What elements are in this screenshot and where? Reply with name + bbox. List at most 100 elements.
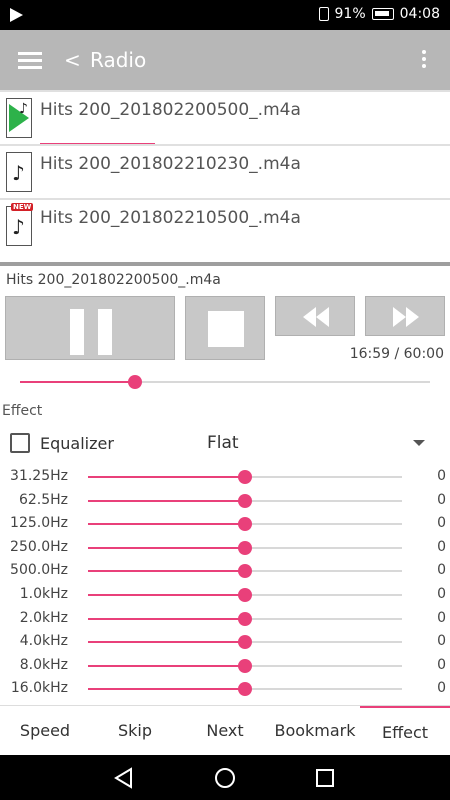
eq-band-thumb[interactable] bbox=[238, 564, 252, 579]
eq-band-row: 62.5Hz 0 bbox=[0, 489, 450, 511]
eq-band-row: 8.0kHz 0 bbox=[0, 654, 450, 676]
eq-band-row: 2.0kHz 0 bbox=[0, 607, 450, 629]
chevron-down-icon[interactable] bbox=[413, 440, 425, 446]
bottom-tabs: Speed Skip Next Bookmark Effect bbox=[0, 705, 450, 755]
navigation-bar bbox=[0, 755, 450, 800]
stop-icon bbox=[208, 311, 244, 347]
fast-forward-button[interactable] bbox=[365, 296, 445, 336]
eq-band-slider[interactable] bbox=[88, 470, 402, 484]
battery-saver-icon bbox=[318, 7, 329, 21]
eq-band-thumb[interactable] bbox=[238, 540, 252, 555]
file-item-1[interactable]: ♪ Hits 200_201802200500_.m4a bbox=[0, 90, 450, 146]
divider bbox=[0, 262, 450, 266]
eq-band-row: 4.0kHz 0 bbox=[0, 630, 450, 652]
eq-band-row: 16.0kHz 0 bbox=[0, 677, 450, 699]
music-file-icon: ♪ NEW bbox=[6, 203, 34, 246]
eq-band-thumb[interactable] bbox=[238, 517, 252, 532]
eq-band-freq: 8.0kHz bbox=[19, 656, 68, 673]
new-badge: NEW bbox=[11, 203, 34, 211]
tab-skip[interactable]: Skip bbox=[90, 706, 180, 756]
eq-band-freq: 125.0Hz bbox=[10, 515, 68, 532]
eq-band-value: 0 bbox=[437, 468, 446, 484]
seek-bar[interactable] bbox=[20, 375, 430, 389]
file-name: Hits 200_201802210230_.m4a bbox=[40, 154, 301, 174]
tab-bookmark[interactable]: Bookmark bbox=[270, 706, 360, 756]
eq-band-fill bbox=[88, 523, 245, 526]
file-list: ♪ Hits 200_201802200500_.m4a ♪ Hits 200_… bbox=[0, 90, 450, 252]
eq-band-fill bbox=[88, 641, 245, 644]
tab-next[interactable]: Next bbox=[180, 706, 270, 756]
eq-band-value: 0 bbox=[437, 491, 446, 508]
eq-band-row: 250.0Hz 0 bbox=[0, 536, 450, 558]
eq-band-freq: 2.0kHz bbox=[19, 609, 68, 626]
eq-band-slider[interactable] bbox=[88, 588, 402, 602]
eq-band-slider[interactable] bbox=[88, 682, 402, 697]
equalizer-label: Equalizer bbox=[40, 434, 114, 453]
file-item-3[interactable]: ♪ NEW Hits 200_201802210500_.m4a bbox=[0, 198, 450, 252]
status-bar: 91% 04:08 bbox=[0, 0, 450, 30]
eq-band-thumb[interactable] bbox=[238, 635, 252, 650]
battery-icon bbox=[371, 8, 394, 20]
eq-band-value: 0 bbox=[437, 538, 446, 555]
eq-band-slider[interactable] bbox=[88, 540, 402, 555]
tab-effect[interactable]: Effect bbox=[360, 706, 450, 756]
eq-band-value: 0 bbox=[437, 680, 446, 697]
battery-percent: 91% bbox=[334, 6, 366, 22]
eq-band-slider[interactable] bbox=[88, 611, 402, 626]
eq-band-freq: 31.25Hz bbox=[10, 468, 68, 484]
eq-band-slider[interactable] bbox=[88, 635, 402, 650]
now-playing-title: Hits 200_201802200500_.m4a bbox=[6, 272, 221, 288]
equalizer-checkbox[interactable] bbox=[10, 433, 30, 453]
playback-time: 16:59 / 60:00 bbox=[349, 346, 444, 362]
eq-band-value: 0 bbox=[437, 515, 446, 532]
eq-band-value: 0 bbox=[437, 633, 446, 650]
eq-band-value: 0 bbox=[437, 609, 446, 626]
rewind-icon bbox=[303, 307, 329, 327]
file-name: Hits 200_201802210500_.m4a bbox=[40, 208, 301, 228]
menu-icon[interactable] bbox=[18, 52, 42, 69]
play-notification-icon bbox=[10, 8, 23, 22]
eq-band-slider[interactable] bbox=[88, 658, 402, 673]
eq-band-thumb[interactable] bbox=[238, 611, 252, 626]
seek-thumb[interactable] bbox=[127, 375, 142, 389]
eq-band-slider[interactable] bbox=[88, 517, 402, 532]
app-bar: < Radio bbox=[0, 30, 450, 90]
fast-forward-icon bbox=[393, 307, 419, 327]
eq-band-thumb[interactable] bbox=[238, 658, 252, 673]
eq-band-row: 125.0Hz 0 bbox=[0, 512, 450, 534]
rewind-button[interactable] bbox=[275, 296, 355, 336]
file-item-2[interactable]: ♪ Hits 200_201802210230_.m4a bbox=[0, 144, 450, 198]
overflow-menu-icon[interactable] bbox=[422, 50, 426, 71]
seek-fill bbox=[20, 381, 135, 383]
eq-band-freq: 500.0Hz bbox=[10, 562, 68, 579]
eq-band-thumb[interactable] bbox=[238, 588, 252, 602]
eq-band-thumb[interactable] bbox=[238, 682, 252, 697]
tab-speed[interactable]: Speed bbox=[0, 706, 90, 756]
eq-band-fill bbox=[88, 594, 245, 596]
music-file-icon: ♪ bbox=[6, 152, 32, 192]
eq-band-thumb[interactable] bbox=[238, 470, 252, 484]
eq-band-fill bbox=[88, 688, 245, 691]
eq-band-fill bbox=[88, 664, 245, 667]
status-right: 91% 04:08 bbox=[318, 6, 440, 22]
nav-back-icon[interactable] bbox=[113, 767, 135, 789]
eq-band-slider[interactable] bbox=[88, 564, 402, 579]
eq-band-fill bbox=[88, 546, 245, 549]
eq-band-fill bbox=[88, 570, 245, 573]
eq-band-freq: 1.0kHz bbox=[19, 586, 68, 602]
nav-recents-icon[interactable] bbox=[315, 768, 335, 788]
eq-band-row: 31.25Hz 0 bbox=[0, 465, 450, 487]
page-title: Radio bbox=[90, 48, 147, 72]
nav-home-icon[interactable] bbox=[214, 767, 236, 789]
clock: 04:08 bbox=[399, 6, 440, 22]
stop-button[interactable] bbox=[185, 296, 265, 360]
playing-file-icon: ♪ bbox=[6, 98, 32, 138]
eq-band-freq: 250.0Hz bbox=[10, 538, 68, 555]
eq-band-thumb[interactable] bbox=[238, 493, 252, 508]
eq-band-fill bbox=[88, 499, 245, 502]
eq-band-slider[interactable] bbox=[88, 493, 402, 508]
file-name: Hits 200_201802200500_.m4a bbox=[40, 100, 301, 120]
preset-select[interactable]: Flat bbox=[207, 433, 239, 453]
pause-button[interactable] bbox=[5, 296, 175, 360]
back-icon[interactable]: < bbox=[64, 48, 81, 72]
